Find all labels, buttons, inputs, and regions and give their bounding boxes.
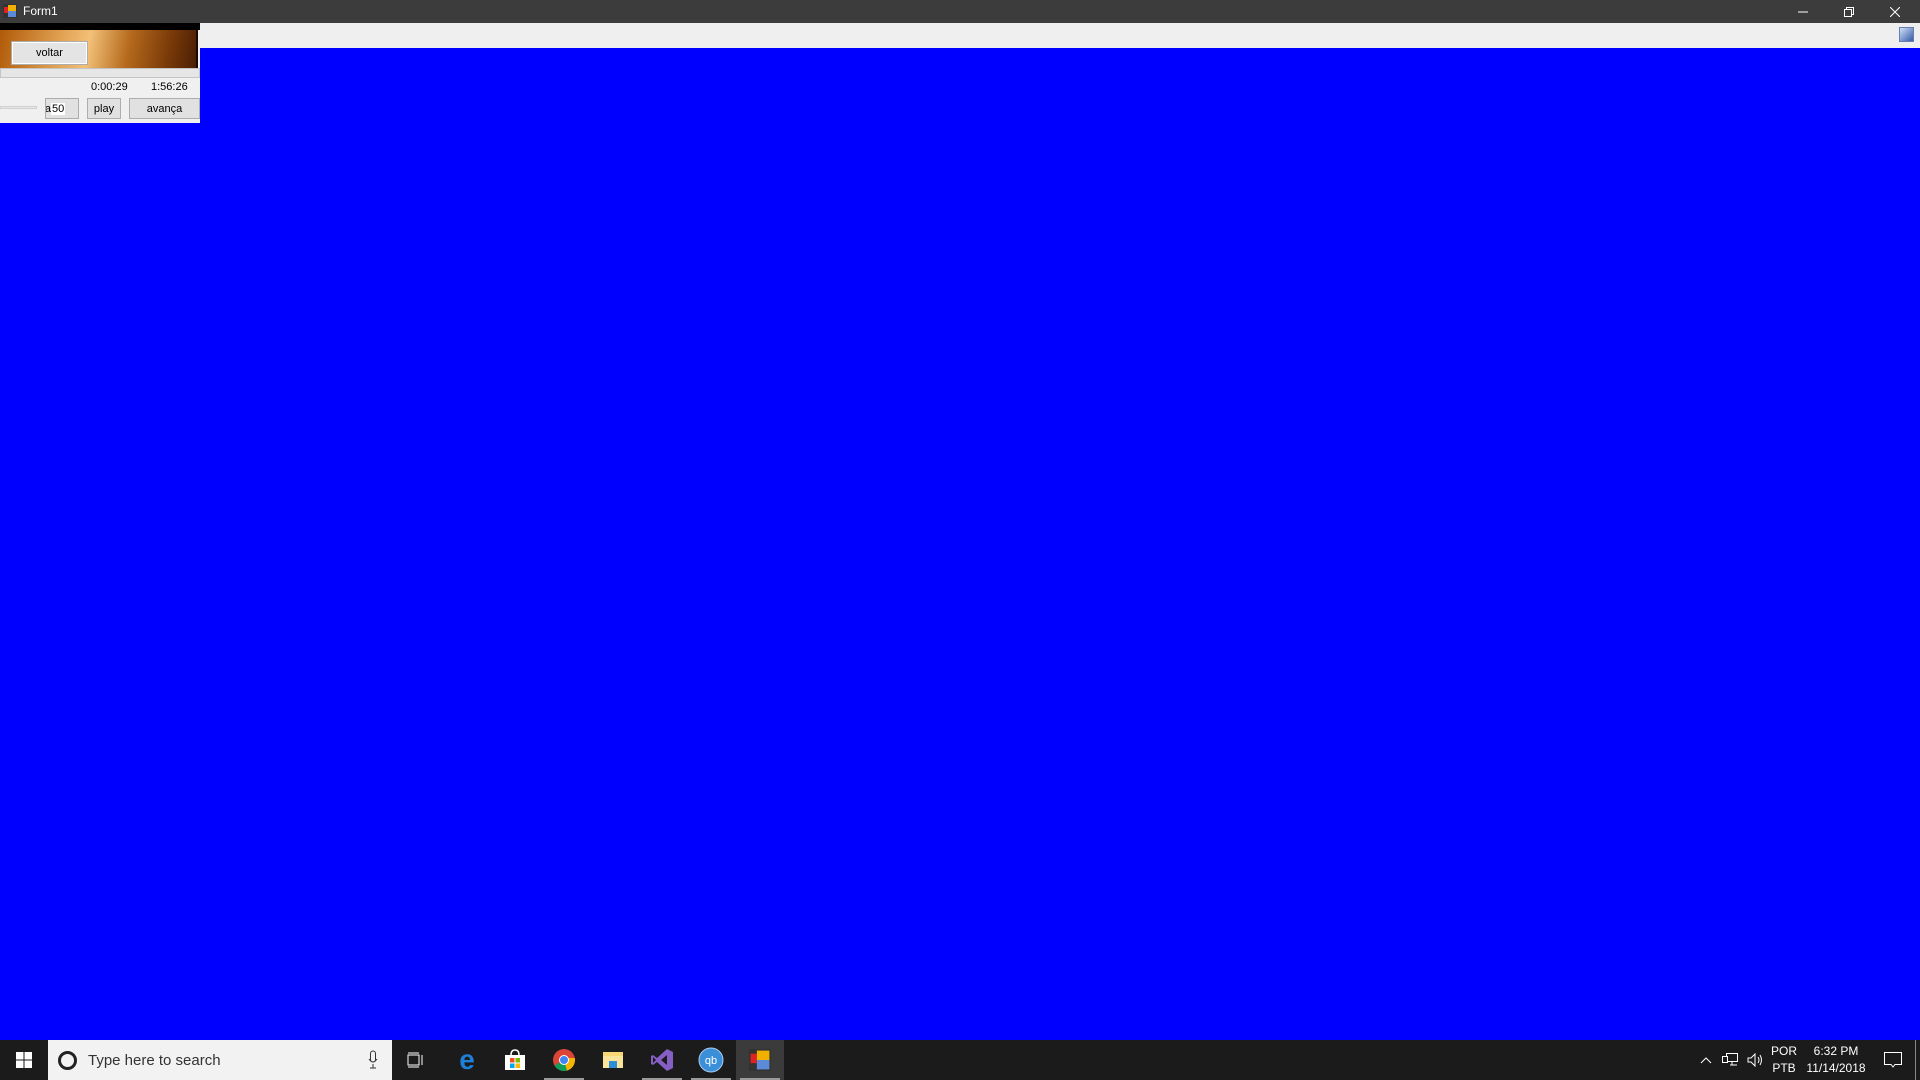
tool-strip (200, 23, 1920, 48)
network-button[interactable] (1718, 1040, 1742, 1080)
taskbar: Type here to search e qb POR PTB 6:32 PM… (0, 1040, 1920, 1080)
form-app-icon (749, 1049, 771, 1071)
taskbar-store[interactable] (491, 1040, 539, 1080)
form-app-icon (3, 4, 17, 18)
visual-studio-icon (651, 1049, 673, 1071)
back-button[interactable]: voltar (11, 41, 88, 65)
store-icon (505, 1049, 525, 1070)
search-box[interactable]: Type here to search (48, 1040, 392, 1080)
window-titlebar[interactable]: Form1 (0, 0, 1920, 23)
windows-logo-icon (16, 1052, 32, 1068)
taskbar-form1-app[interactable] (736, 1040, 784, 1080)
video-display: voltar (0, 30, 198, 68)
volume-tray-button[interactable] (1744, 1040, 1768, 1080)
taskbar-chrome[interactable] (540, 1040, 588, 1080)
speaker-icon (1747, 1053, 1762, 1067)
notification-icon (1884, 1052, 1902, 1068)
forward-button[interactable]: avança (129, 98, 200, 119)
volume-button[interactable]: ta 50 (45, 98, 79, 119)
qbittorrent-icon: qb (698, 1047, 724, 1073)
minimize-button[interactable] (1780, 0, 1826, 23)
volume-slider[interactable] (0, 106, 37, 109)
minimize-icon (1798, 11, 1808, 12)
taskbar-edge[interactable]: e (443, 1040, 491, 1080)
seek-bar[interactable] (0, 68, 200, 78)
window-title: Form1 (23, 4, 58, 18)
current-time: 0:00:29 (91, 81, 128, 93)
task-view-button[interactable] (392, 1040, 440, 1080)
clock-time: 6:32 PM (1813, 1044, 1859, 1058)
panel-top-bar (0, 23, 200, 30)
volume-value: 50 (51, 102, 66, 115)
total-time: 1:56:26 (151, 81, 188, 93)
show-hidden-icons[interactable] (1696, 1040, 1716, 1080)
search-placeholder: Type here to search (88, 1052, 221, 1069)
picture-icon[interactable] (1899, 27, 1914, 42)
restore-icon (1844, 6, 1854, 17)
input-language[interactable]: POR PTB (1770, 1043, 1798, 1077)
network-icon (1722, 1053, 1738, 1066)
language-code: POR (1770, 1044, 1797, 1058)
chrome-icon (553, 1049, 575, 1072)
action-center-button[interactable] (1872, 1040, 1914, 1080)
svg-text:qb: qb (705, 1055, 717, 1067)
chevron-up-icon (1700, 1057, 1712, 1064)
close-button[interactable] (1872, 0, 1918, 23)
microphone-icon[interactable] (368, 1050, 378, 1070)
clock[interactable]: 6:32 PM 11/14/2018 (1800, 1043, 1872, 1077)
folder-icon (603, 1052, 623, 1068)
taskbar-visual-studio[interactable] (638, 1040, 686, 1080)
edge-icon: e (459, 1044, 475, 1075)
taskbar-file-explorer[interactable] (589, 1040, 637, 1080)
show-desktop-button[interactable] (1915, 1040, 1916, 1080)
clock-date: 11/14/2018 (1806, 1061, 1866, 1075)
keyboard-layout: PTB (1772, 1061, 1796, 1075)
taskbar-qbittorrent[interactable]: qb (687, 1040, 735, 1080)
task-view-icon (407, 1052, 423, 1068)
media-player-panel: voltar 0:00:29 1:56:26 ta 50 play avança (0, 23, 200, 123)
start-button[interactable] (0, 1040, 48, 1080)
cortana-icon (58, 1051, 77, 1070)
close-icon (1890, 6, 1900, 17)
play-button[interactable]: play (87, 98, 121, 119)
restore-button[interactable] (1826, 0, 1872, 23)
